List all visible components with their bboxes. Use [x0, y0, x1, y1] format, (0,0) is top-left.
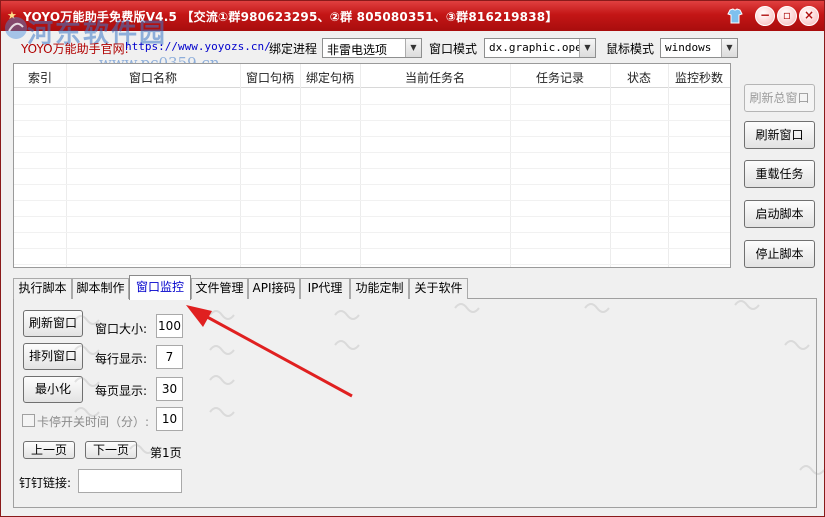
bind-process-label: 绑定进程: [269, 42, 318, 56]
minimize-button[interactable]: −: [755, 6, 775, 26]
column-header-window-handle[interactable]: 窗口句柄: [240, 69, 300, 86]
per-row-input[interactable]: 7: [156, 345, 183, 369]
maximize-button[interactable]: ▫: [777, 6, 797, 26]
minimize-icon: −: [759, 8, 771, 22]
window-mode-label: 窗口模式: [429, 42, 478, 56]
table-row-divider: [14, 152, 730, 153]
stuck-time-input[interactable]: 10: [156, 407, 183, 431]
tab-custom-feature[interactable]: 功能定制: [350, 278, 409, 299]
column-header-current-task[interactable]: 当前任务名: [360, 69, 510, 86]
table-row-divider: [14, 216, 730, 217]
table-row-divider: [14, 120, 730, 121]
table-row-divider: [14, 232, 730, 233]
mouse-mode-label: 鼠标模式: [606, 42, 655, 56]
watermark-logo-icon: [5, 17, 27, 39]
column-header-status[interactable]: 状态: [610, 69, 668, 86]
column-header-window-name[interactable]: 窗口名称: [66, 69, 240, 86]
tab-window-monitor[interactable]: 窗口监控: [129, 275, 191, 300]
skin-icon[interactable]: [725, 6, 745, 26]
refresh-windows-button[interactable]: 刷新窗口: [23, 310, 83, 337]
table-row-divider: [14, 248, 730, 249]
table-column-divider: [610, 64, 611, 267]
table-row-divider: [14, 200, 730, 201]
table-column-divider: [300, 64, 301, 267]
column-header-index[interactable]: 索引: [14, 69, 66, 86]
column-header-bind-handle[interactable]: 绑定句柄: [300, 69, 360, 86]
table-row-divider: [14, 136, 730, 137]
window-mode-value: dx.graphic.open: [489, 41, 589, 54]
table-column-divider: [66, 64, 67, 267]
dingtalk-link-label: 钉钉链接:: [19, 476, 72, 490]
close-button[interactable]: ×: [799, 6, 819, 26]
app-window: ★ YOYO万能助手免费版V4.5 【交流①群980623295、②群 8050…: [0, 0, 825, 517]
next-page-button[interactable]: 下一页: [85, 441, 137, 459]
stop-script-button[interactable]: 停止脚本: [744, 240, 815, 268]
reload-task-button[interactable]: 重载任务: [744, 160, 815, 188]
refresh-window-button[interactable]: 刷新窗口: [744, 121, 815, 149]
tab-ip-proxy[interactable]: IP代理: [300, 278, 350, 299]
table-column-divider: [240, 64, 241, 267]
chevron-down-icon: ▼: [721, 39, 737, 57]
refresh-total-window-button[interactable]: 刷新总窗口: [744, 84, 815, 112]
mouse-mode-select[interactable]: windows ▼: [660, 38, 738, 58]
close-icon: ×: [803, 8, 815, 22]
table-row-divider: [14, 104, 730, 105]
per-page-input[interactable]: 30: [156, 377, 183, 401]
chevron-down-icon: ▼: [405, 39, 421, 57]
window-size-input[interactable]: 100: [156, 314, 183, 338]
official-site-label: YOYO万能助手官网:: [21, 42, 129, 56]
window-list-table[interactable]: 索引 窗口名称 窗口句柄 绑定句柄 当前任务名 任务记录 状态 监控秒数: [13, 63, 731, 268]
bind-process-select[interactable]: 非雷电选项 ▼: [322, 38, 422, 58]
maximize-icon: ▫: [782, 8, 792, 22]
table-row-divider: [14, 168, 730, 169]
start-script-button[interactable]: 启动脚本: [744, 200, 815, 228]
chevron-down-icon: ▼: [579, 39, 595, 57]
stuck-toggle-checkbox[interactable]: [22, 414, 35, 427]
arrange-windows-button[interactable]: 排列窗口: [23, 343, 83, 370]
tab-run-script[interactable]: 执行脚本: [13, 278, 72, 299]
per-row-label: 每行显示:: [95, 352, 148, 366]
column-header-monitor-seconds[interactable]: 监控秒数: [668, 69, 730, 86]
table-column-divider: [668, 64, 669, 267]
dingtalk-link-input[interactable]: [78, 469, 182, 493]
bind-process-value: 非雷电选项: [327, 43, 388, 57]
tab-script-make[interactable]: 脚本制作: [72, 278, 129, 299]
mouse-mode-value: windows: [665, 41, 712, 54]
per-page-label: 每页显示:: [95, 384, 148, 398]
column-header-task-log[interactable]: 任务记录: [510, 69, 610, 86]
table-row-divider: [14, 184, 730, 185]
table-row-divider: [14, 264, 730, 265]
page-indicator: 第1页: [150, 446, 182, 460]
tab-about[interactable]: 关于软件: [409, 278, 468, 299]
table-column-divider: [510, 64, 511, 267]
stuck-toggle-label: 卡停开关时间（分）:: [37, 415, 150, 429]
table-column-divider: [360, 64, 361, 267]
prev-page-button[interactable]: 上一页: [23, 441, 75, 459]
official-site-link[interactable]: https://www.yoyozs.cn/: [125, 40, 271, 53]
minimize-windows-button[interactable]: 最小化: [23, 376, 83, 403]
window-size-label: 窗口大小:: [95, 322, 148, 336]
tab-file-manage[interactable]: 文件管理: [191, 278, 248, 299]
table-header: 索引 窗口名称 窗口句柄 绑定句柄 当前任务名 任务记录 状态 监控秒数: [14, 64, 730, 88]
window-mode-select[interactable]: dx.graphic.open ▼: [484, 38, 596, 58]
tab-api-code[interactable]: API接码: [248, 278, 300, 299]
